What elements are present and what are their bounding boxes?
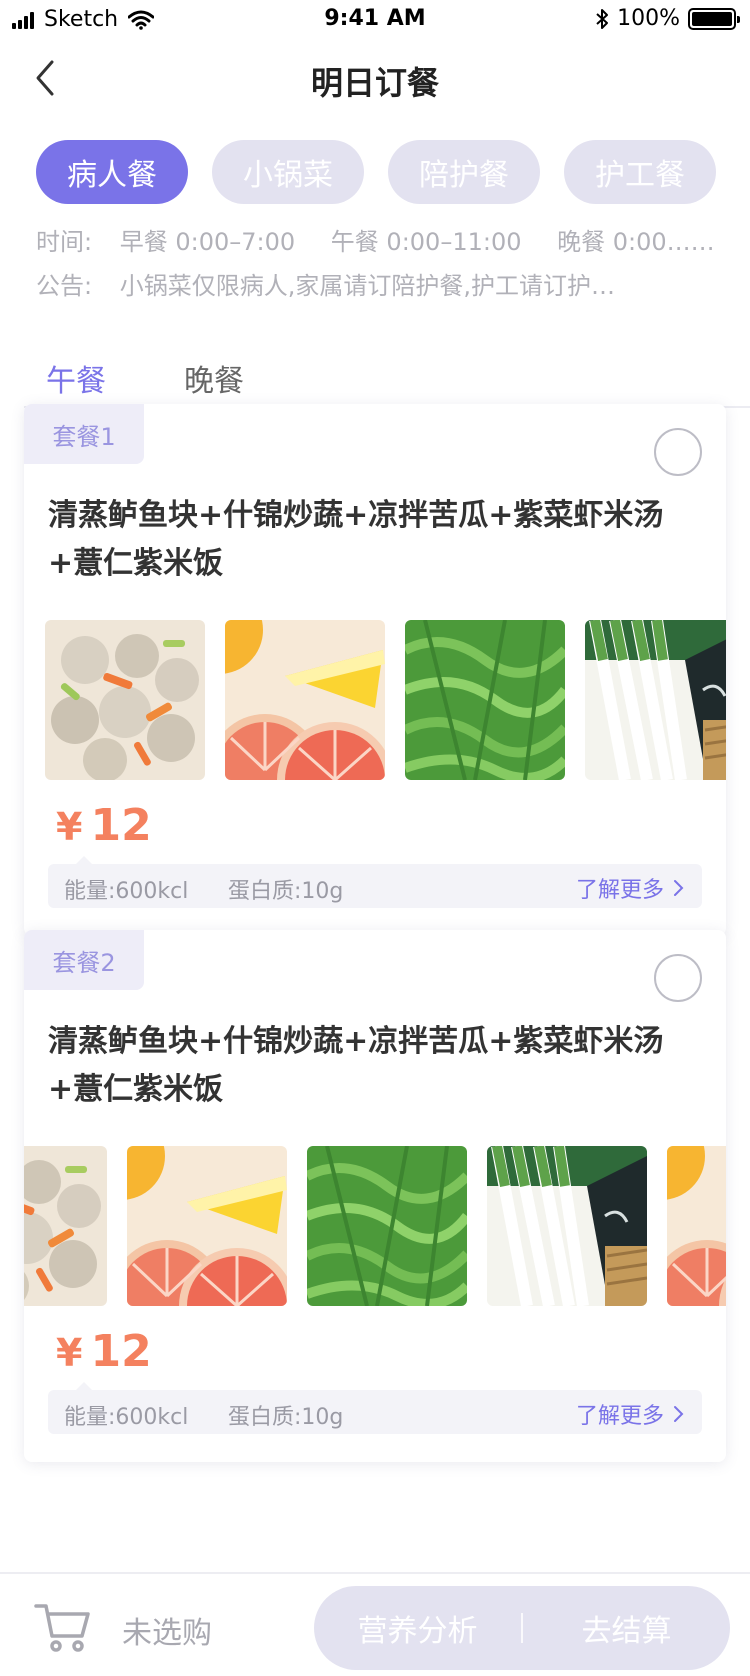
chevron-right-icon: [674, 880, 684, 896]
price: ¥12: [56, 800, 152, 851]
protein-info: 蛋白质:10g: [228, 1405, 344, 1430]
tab-lunch[interactable]: 午餐: [46, 356, 106, 400]
bottom-bar: 未选购 营养分析 去结算: [0, 1572, 750, 1676]
nutrition-bar: 能量:600kcl 蛋白质:10g 了解更多: [48, 864, 702, 908]
select-radio[interactable]: [654, 954, 702, 1002]
nutrition-analysis-button[interactable]: 营养分析: [314, 1606, 521, 1650]
meal-period-tabs: 午餐 晚餐: [24, 350, 750, 409]
protein-info: 蛋白质:10g: [228, 879, 344, 904]
food-photo-grapefruit: [127, 1146, 287, 1306]
price-value: 12: [90, 1326, 152, 1377]
notice-info: 公告: 小锅菜仅限病人,家属请订陪护餐,护工请订护…: [36, 266, 716, 301]
status-bar: Sketch 9:41 AM 100%: [0, 0, 750, 40]
photo-strip[interactable]: [24, 1146, 726, 1306]
cart-status: 未选购: [122, 1616, 212, 1651]
chip-patient-meal[interactable]: 病人餐: [36, 140, 188, 204]
price: ¥12: [56, 1326, 152, 1377]
food-photo-scallions: [585, 620, 726, 780]
notice-text: 小锅菜仅限病人,家属请订陪护餐,护工请订护…: [119, 272, 615, 300]
food-photo-meatballs: [45, 620, 205, 780]
nutrition-notch: [76, 856, 92, 864]
time-breakfast: 早餐 0:00–7:00: [119, 228, 296, 256]
food-photo-grapefruit: [667, 1146, 726, 1306]
meal-set-tag: 套餐2: [24, 930, 144, 990]
meal-set-title: 清蒸鲈鱼块+什锦炒蔬+凉拌苦瓜+紫菜虾米汤+薏仁紫米饭: [48, 498, 664, 581]
meal-time-info: 时间: 早餐 0:00–7:00 午餐 0:00–11:00 晚餐 0:00…: [36, 222, 716, 257]
time-label: 时间:: [36, 228, 93, 256]
chip-small-pot[interactable]: 小锅菜: [212, 140, 364, 204]
meal-card[interactable]: 套餐1 清蒸鲈鱼块+什锦炒蔬+凉拌苦瓜+紫菜虾米汤+薏仁紫米饭 ¥12 能量:6…: [24, 404, 726, 936]
learn-more-label: 了解更多: [575, 878, 664, 903]
chip-caregiver-meal[interactable]: 护工餐: [564, 140, 716, 204]
checkout-button[interactable]: 去结算: [523, 1606, 730, 1650]
status-bar-right: 100%: [595, 6, 740, 31]
food-photo-arugula: [307, 1146, 467, 1306]
meal-set-tag: 套餐1: [24, 404, 144, 464]
meal-card[interactable]: 套餐2 清蒸鲈鱼块+什锦炒蔬+凉拌苦瓜+紫菜虾米汤+薏仁紫米饭 ¥12 能量:6…: [24, 930, 726, 1462]
energy-info: 能量:600kcl: [64, 1405, 189, 1430]
notice-label: 公告:: [36, 272, 93, 300]
page-title: 明日订餐: [310, 64, 439, 102]
time-lunch: 午餐 0:00–11:00: [330, 228, 522, 256]
food-photo-scallions: [487, 1146, 647, 1306]
select-radio[interactable]: [654, 428, 702, 476]
chevron-right-icon: [674, 1406, 684, 1422]
price-value: 12: [90, 800, 152, 851]
nav-bar: 明日订餐: [0, 40, 750, 128]
food-photo-grapefruit: [225, 620, 385, 780]
food-photo-meatballs: [24, 1146, 107, 1306]
nutrition-bar: 能量:600kcl 蛋白质:10g 了解更多: [48, 1390, 702, 1434]
currency-symbol: ¥: [56, 805, 83, 849]
cart-icon[interactable]: [34, 1598, 92, 1656]
food-photo-arugula: [405, 620, 565, 780]
time-dinner: 晚餐 0:00…: [557, 228, 691, 256]
meal-set-title: 清蒸鲈鱼块+什锦炒蔬+凉拌苦瓜+紫菜虾米汤+薏仁紫米饭: [48, 1024, 664, 1107]
nutrition-notch: [76, 1382, 92, 1390]
battery-percent: 100%: [617, 6, 680, 31]
action-divider: [521, 1613, 523, 1643]
battery-icon: [688, 7, 740, 30]
chip-companion-meal[interactable]: 陪护餐: [388, 140, 540, 204]
action-pill: 营养分析 去结算: [314, 1586, 730, 1670]
energy-info: 能量:600kcl: [64, 879, 189, 904]
meal-type-chips: 病人餐 小锅菜 陪护餐 护工餐: [36, 140, 716, 204]
learn-more-link[interactable]: 了解更多: [576, 872, 684, 904]
photo-strip[interactable]: [24, 620, 726, 780]
tab-dinner[interactable]: 晚餐: [184, 356, 244, 400]
currency-symbol: ¥: [56, 1331, 83, 1375]
learn-more-link[interactable]: 了解更多: [576, 1398, 684, 1430]
learn-more-label: 了解更多: [575, 1404, 664, 1429]
bluetooth-icon: [596, 8, 609, 29]
